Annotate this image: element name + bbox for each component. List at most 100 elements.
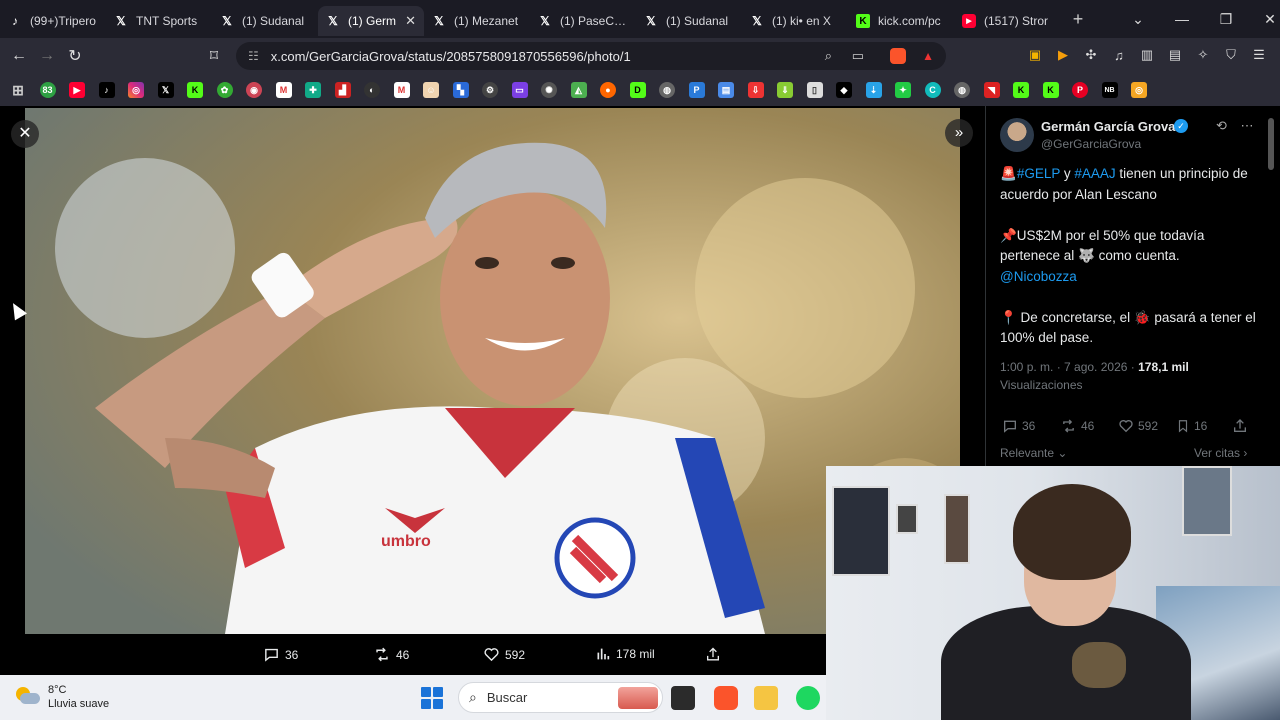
task-view-icon[interactable] bbox=[671, 686, 695, 710]
bookmark-doc-icon[interactable]: ▤ bbox=[718, 82, 734, 98]
grok-icon[interactable]: ⟲ bbox=[1216, 118, 1227, 133]
like-button[interactable]: 592 bbox=[483, 646, 525, 663]
bookmark-badge-icon[interactable]: 83 bbox=[39, 82, 56, 98]
reply-button[interactable]: 36 bbox=[263, 646, 298, 663]
bookmark-d-icon[interactable]: D bbox=[629, 82, 646, 98]
minimize-icon[interactable]: — bbox=[1160, 11, 1204, 27]
author-handle[interactable]: @GerGarciaGrova bbox=[1041, 137, 1141, 151]
menu-icon[interactable]: ☰ bbox=[1248, 44, 1270, 66]
brave-browser-icon[interactable] bbox=[714, 686, 738, 710]
bookmark-kick-2-icon[interactable]: K bbox=[1013, 82, 1029, 98]
tab-german-active[interactable]: 𝕏 (1) Germ ✕ bbox=[318, 6, 424, 36]
tab-paseclav[interactable]: 𝕏 (1) PaseClav bbox=[530, 6, 636, 36]
share-button[interactable] bbox=[705, 646, 726, 663]
bookmark-save-icon[interactable]: ⇣ bbox=[865, 82, 882, 98]
weather-widget[interactable]: 8°C Lluvia suave bbox=[16, 683, 109, 711]
bookmark-diamond-icon[interactable]: ◆ bbox=[836, 82, 852, 98]
bookmark-p-icon[interactable]: P bbox=[688, 82, 705, 98]
bookmark-globe-icon[interactable]: ◍ bbox=[659, 82, 675, 98]
tweet-reply-button[interactable]: 36 bbox=[1002, 418, 1035, 434]
bookmark-kick-icon[interactable]: K bbox=[187, 82, 203, 98]
bookmark-chat-icon[interactable]: ▭ bbox=[511, 82, 528, 98]
file-explorer-icon[interactable] bbox=[754, 686, 778, 710]
bookmark-stats-icon[interactable]: ▟ bbox=[334, 82, 351, 98]
bookmark-arrow-icon[interactable]: ⇓ bbox=[777, 82, 793, 98]
views-button[interactable]: 178 mil bbox=[595, 646, 655, 662]
windows-start-icon[interactable] bbox=[421, 687, 443, 709]
expand-panel-icon[interactable]: » bbox=[945, 119, 973, 147]
bookmark-pin-icon[interactable]: ✚ bbox=[305, 82, 321, 98]
play-extension-icon[interactable]: ▶ bbox=[1052, 44, 1074, 66]
view-quotes-link[interactable]: Ver citas › bbox=[1194, 446, 1247, 460]
forward-icon[interactable]: → bbox=[33, 47, 61, 65]
tweet-share-button[interactable] bbox=[1232, 418, 1252, 434]
close-window-icon[interactable]: ✕ bbox=[1248, 11, 1280, 28]
mention-link[interactable]: @Nicobozza bbox=[1000, 269, 1077, 284]
tab-mezanet[interactable]: 𝕏 (1) Mezanet bbox=[424, 6, 530, 36]
bookmark-kick-3-icon[interactable]: K bbox=[1042, 82, 1059, 98]
bookmark-gear-icon[interactable]: ⚙ bbox=[482, 82, 498, 98]
extensions-puzzle-icon[interactable]: ✣ bbox=[1080, 44, 1102, 66]
bookmark-pinterest-icon[interactable]: P bbox=[1072, 82, 1088, 98]
tab-youtube[interactable]: ▶ (1517) Stror bbox=[954, 6, 1060, 36]
restore-icon[interactable]: ❐ bbox=[1204, 11, 1248, 28]
bookmark-gmail-2-icon[interactable]: M bbox=[393, 82, 410, 98]
wallet-icon[interactable]: ▤ bbox=[1164, 44, 1186, 66]
close-photo-icon[interactable]: ✕ bbox=[11, 120, 39, 148]
music-icon[interactable]: ♫ bbox=[1108, 44, 1130, 66]
panel-scrollbar[interactable] bbox=[1268, 118, 1274, 170]
bookmark-last-icon[interactable]: ◎ bbox=[1131, 82, 1147, 98]
close-tab-icon[interactable]: ✕ bbox=[405, 13, 416, 29]
address-bar[interactable]: ☷ x.com/GerGarciaGrova/status/2085758091… bbox=[236, 42, 946, 70]
brave-rewards-icon[interactable]: ▲ bbox=[922, 49, 934, 63]
wallet-extension-icon[interactable]: ▣ bbox=[1024, 44, 1046, 66]
bookmark-star-icon[interactable]: ✦ bbox=[895, 82, 911, 98]
bookmark-openai-icon[interactable]: ✺ bbox=[541, 82, 557, 98]
hashtag-aaaj[interactable]: #AAAJ bbox=[1074, 166, 1115, 181]
bookmark-tiktok-icon[interactable]: ♪ bbox=[98, 82, 115, 98]
tweet-bookmark-button[interactable]: 16 bbox=[1176, 418, 1207, 434]
more-options-icon[interactable]: ⋯ bbox=[1241, 118, 1254, 133]
vpn-shield-icon[interactable]: ⛉ bbox=[1220, 44, 1242, 66]
bookmark-face-icon[interactable]: ☺ bbox=[423, 82, 439, 98]
bookmark-drive-icon[interactable]: ◭ bbox=[570, 82, 587, 98]
spotify-icon[interactable] bbox=[796, 686, 820, 710]
hashtag-gelp[interactable]: #GELP bbox=[1017, 166, 1060, 181]
sidebar-icon[interactable]: ▥ bbox=[1136, 44, 1158, 66]
bookmark-youtube-icon[interactable]: ▶ bbox=[69, 82, 85, 98]
apps-grid-icon[interactable]: ⊞ bbox=[10, 82, 26, 98]
tab-list-chevron-icon[interactable]: ⌄ bbox=[1116, 11, 1160, 28]
taskbar-search[interactable]: ⌕ Buscar bbox=[458, 682, 663, 713]
brave-shields-icon[interactable] bbox=[890, 48, 906, 64]
bookmark-record-icon[interactable]: ◉ bbox=[246, 82, 262, 98]
bookmark-globe-2-icon[interactable]: ◍ bbox=[954, 82, 970, 98]
tab-tiktok[interactable]: ♪ (99+)Tripero bbox=[0, 6, 106, 36]
bookmark-green-icon[interactable]: ✿ bbox=[216, 82, 233, 98]
bookmark-orange-icon[interactable]: ● bbox=[600, 82, 616, 98]
author-name[interactable]: Germán García Grova bbox=[1041, 119, 1175, 134]
back-icon[interactable]: ← bbox=[5, 47, 33, 65]
bookmark-download-icon[interactable]: ⇩ bbox=[747, 82, 764, 98]
tweet-timestamp[interactable]: 1:00 p. m. · 7 ago. 2026 · 178,1 mil bbox=[1000, 360, 1189, 374]
tab-tnt-sports[interactable]: 𝕏 TNT Sports bbox=[106, 6, 212, 36]
site-settings-icon[interactable]: ☷ bbox=[248, 49, 259, 63]
tab-sudanal-1[interactable]: 𝕏 (1) Sudanal bbox=[212, 6, 318, 36]
tweet-repost-button[interactable]: 46 bbox=[1060, 418, 1094, 434]
bookmark-gmail-icon[interactable]: M bbox=[275, 82, 292, 98]
sort-relevant-dropdown[interactable]: Relevante ⌄ bbox=[1000, 446, 1067, 460]
tab-ki-en-x[interactable]: 𝕏 (1) ki• en X bbox=[742, 6, 848, 36]
repost-button[interactable]: 46 bbox=[373, 646, 409, 663]
bookmark-x-icon[interactable]: 𝕏 bbox=[157, 82, 174, 98]
author-avatar[interactable] bbox=[1000, 118, 1034, 152]
cast-icon[interactable]: ▭ bbox=[852, 48, 864, 64]
bookmark-c-icon[interactable]: C bbox=[924, 82, 941, 98]
bookmark-page-icon[interactable]: ▯ bbox=[806, 82, 823, 98]
tab-kick[interactable]: Kkick.com/pc bbox=[848, 6, 954, 36]
tab-sudanal-2[interactable]: 𝕏 (1) Sudanal bbox=[636, 6, 742, 36]
bookmark-red-icon[interactable]: ◥ bbox=[983, 82, 1000, 98]
bookmark-blocks-icon[interactable]: ▚ bbox=[452, 82, 469, 98]
leo-ai-icon[interactable]: ✧ bbox=[1192, 44, 1214, 66]
bookmark-icon[interactable]: ⌑ bbox=[200, 46, 228, 66]
tweet-like-button[interactable]: 592 bbox=[1118, 418, 1158, 434]
zoom-search-icon[interactable]: ⌕ bbox=[825, 48, 832, 64]
